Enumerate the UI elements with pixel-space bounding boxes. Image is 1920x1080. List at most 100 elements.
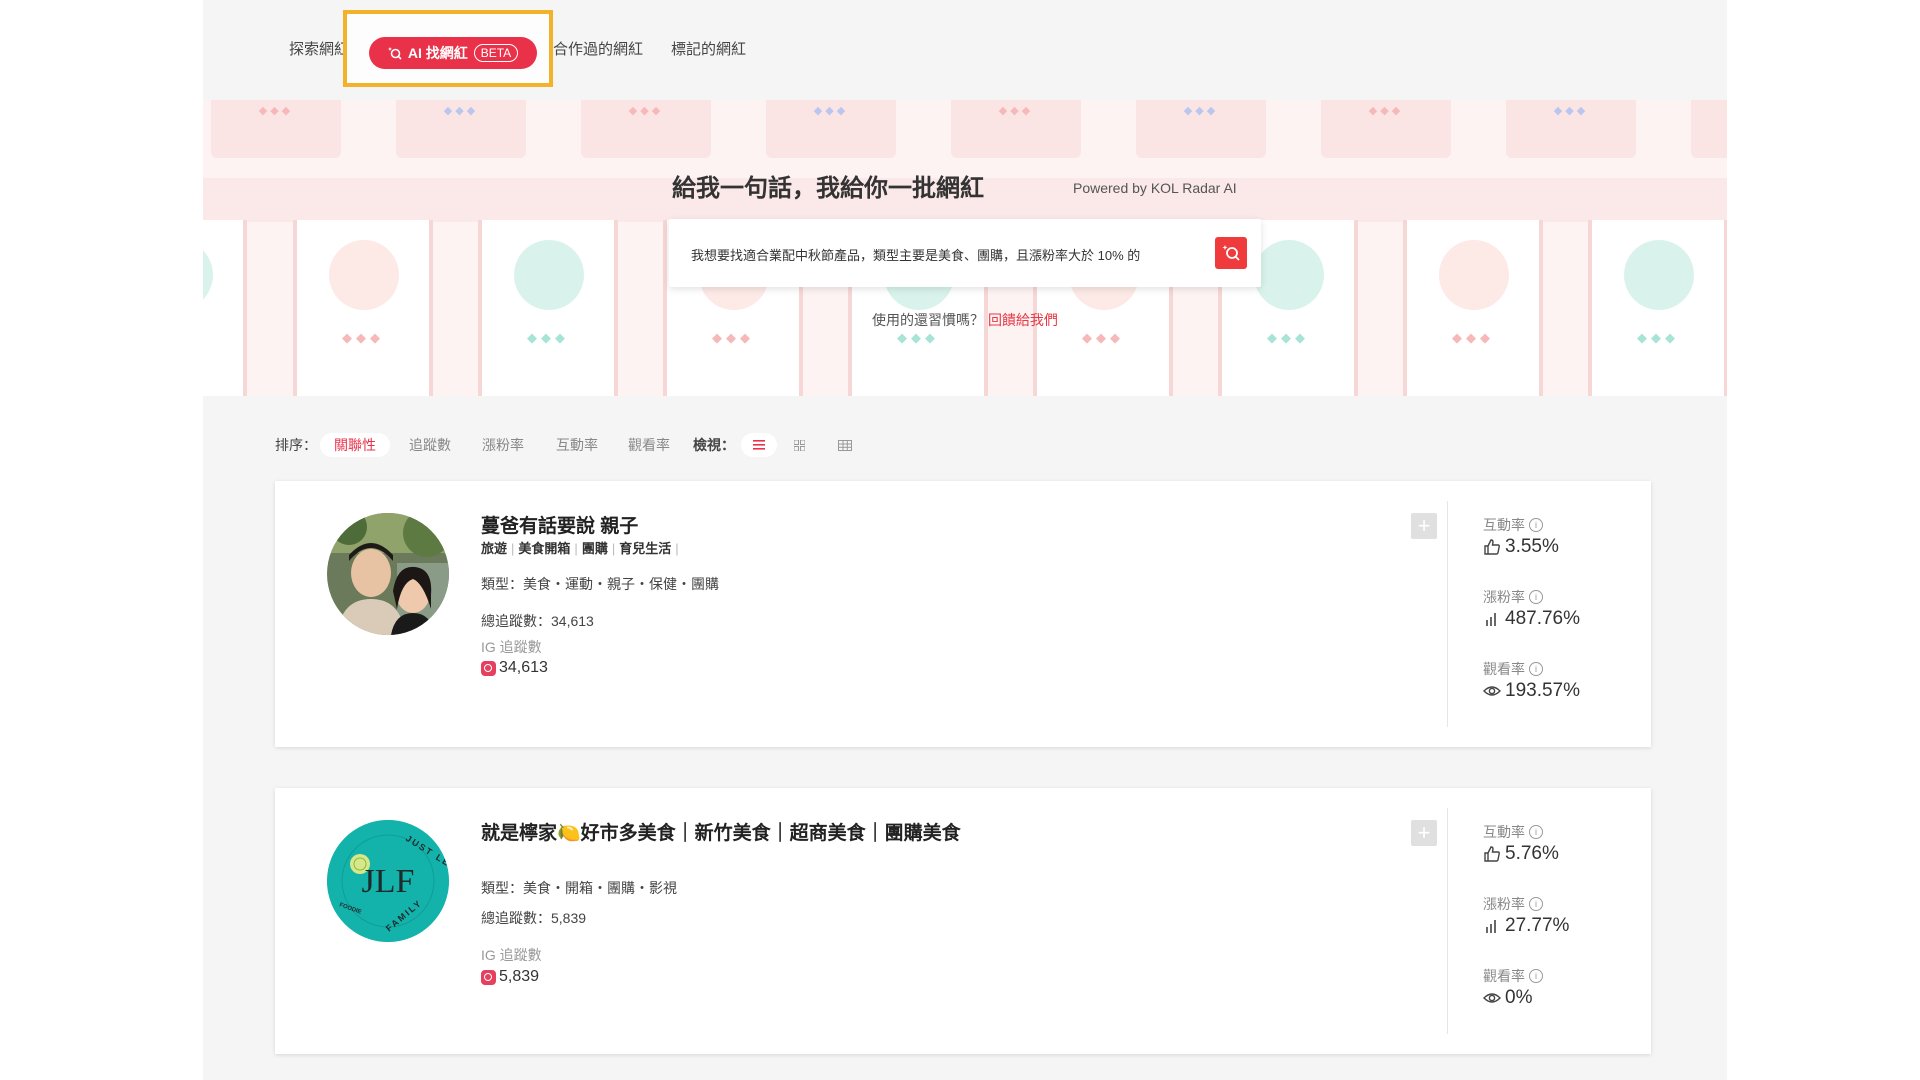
tab-ai-find-kol[interactable]: AI 找網紅 BETA <box>369 37 537 69</box>
hero-deco-card: ◆◆◆ <box>581 100 711 158</box>
instagram-icon <box>481 969 496 985</box>
kol-types: 類型：美食・開箱・團購・影視 <box>481 880 677 896</box>
kol-ig-followers: 34,613 <box>481 659 548 677</box>
avatar <box>327 513 449 635</box>
stat-label-text: 觀看率 <box>1483 968 1525 984</box>
stat-engagement-value: 5.76% <box>1505 843 1559 864</box>
kol-tag: 旅遊 <box>481 541 508 556</box>
hero-deco-card: ◆◆◆ <box>1691 100 1727 158</box>
hero-title: 給我一句話，我給你一批網紅 <box>672 175 984 202</box>
stat-label-text: 互動率 <box>1483 824 1525 840</box>
ai-tab-label: AI 找網紅 <box>407 45 468 61</box>
tab-bookmarked-kol[interactable]: 標記的網紅 <box>671 38 746 59</box>
kol-ig-followers-value: 34,613 <box>499 659 548 676</box>
kol-name[interactable]: 就是檸家🍋好市多美食｜新竹美食｜超商美食｜團購美食 <box>481 818 961 845</box>
list-view-icon <box>753 440 765 450</box>
hero-deco-column: ◆◆◆ <box>1588 220 1727 396</box>
thumbs-up-icon <box>1484 539 1500 555</box>
stat-label-growth: 漲粉率 i <box>1483 894 1543 914</box>
eye-icon <box>1483 993 1501 1003</box>
stat-growth: 487.76% <box>1483 608 1580 630</box>
ai-search-icon <box>1222 245 1240 261</box>
avatar-logo-text: JLF <box>362 863 415 900</box>
kol-name[interactable]: 蔓爸有話要說 親子 <box>481 511 638 538</box>
kol-ig-followers: 5,839 <box>481 968 539 986</box>
hero-deco-card: ◆◆◆ <box>1321 100 1451 158</box>
tab-collaborated-kol[interactable]: 合作過的網紅 <box>553 38 643 59</box>
info-icon[interactable]: i <box>1529 897 1543 911</box>
stat-label-growth: 漲粉率 i <box>1483 587 1543 607</box>
hero-deco-column: ◆◆◆ <box>478 220 618 396</box>
kol-ig-followers-value: 5,839 <box>499 968 540 985</box>
ai-tab-highlight: AI 找網紅 BETA <box>343 10 553 87</box>
info-icon[interactable]: i <box>1529 969 1543 983</box>
card-view-icon <box>793 439 805 451</box>
stat-view: 193.57% <box>1483 680 1580 702</box>
info-icon[interactable]: i <box>1529 590 1543 604</box>
ai-search-box <box>669 219 1261 287</box>
hero-deco-card: ◆◆◆ <box>396 100 526 158</box>
stat-label-text: 互動率 <box>1483 517 1525 533</box>
feedback-link[interactable]: 回饋給我們 <box>988 312 1058 328</box>
card-divider <box>1447 808 1448 1034</box>
kol-ig-label: IG 追蹤數 <box>481 639 542 655</box>
sort-label: 排序： <box>275 437 317 453</box>
kol-card[interactable]: JLF JUST LEMON FAMILY FOODIE 就是檸家🍋好市多美食｜… <box>275 788 1651 1054</box>
sort-engagement-rate[interactable]: 互動率 <box>556 433 598 457</box>
feedback-prompt: 使用的還習慣嗎？ <box>872 312 985 328</box>
view-card-button[interactable] <box>781 433 817 457</box>
add-to-list-button[interactable]: + <box>1411 820 1437 846</box>
kol-tag: 團購 <box>581 541 608 556</box>
thumbs-up-icon <box>1484 846 1500 862</box>
card-divider <box>1447 501 1448 727</box>
eye-icon <box>1483 686 1501 696</box>
feedback-line: 使用的還習慣嗎？ 回饋給我們 <box>203 310 1727 330</box>
stat-label-text: 漲粉率 <box>1483 589 1525 605</box>
info-icon[interactable]: i <box>1529 518 1543 532</box>
stat-label-engagement: 互動率 i <box>1483 822 1543 842</box>
ai-search-hero: ◆◆◆ ◆◆◆ ◆◆◆ ◆◆◆ ◆◆◆ ◆◆◆ ◆◆◆ ◆◆◆ ◆◆◆ ◆◆◆ ◆◆◆ ◆◆◆ ◆◆◆ ◆… <box>203 100 1727 396</box>
sort-view-rate[interactable]: 觀看率 <box>628 433 670 457</box>
kol-tags: 旅遊 | 美食開箱 | 團購 | 育兒生活 | <box>481 541 679 556</box>
hero-deco-card: ◆◆◆ <box>766 100 896 158</box>
stat-growth-value: 27.77% <box>1505 915 1570 936</box>
stat-engagement-value: 3.55% <box>1505 536 1559 557</box>
kol-types: 類型：美食・運動・親子・保健・團購 <box>481 576 719 592</box>
instagram-icon <box>481 660 496 676</box>
sort-growth-rate[interactable]: 漲粉率 <box>482 433 524 457</box>
stat-view: 0% <box>1483 987 1532 1009</box>
info-icon[interactable]: i <box>1529 825 1543 839</box>
stat-label-engagement: 互動率 i <box>1483 515 1543 535</box>
hero-deco-card: ◆◆◆ <box>1136 100 1266 158</box>
hero-deco-card: ◆◆◆ <box>1506 100 1636 158</box>
bar-chart-icon <box>1486 920 1496 933</box>
avatar: JLF JUST LEMON FAMILY FOODIE <box>327 820 449 942</box>
kol-tag: 育兒生活 <box>619 541 672 556</box>
kol-card[interactable]: 蔓爸有話要說 親子 旅遊 | 美食開箱 | 團購 | 育兒生活 | 類型：美食・運動・親子・保… <box>275 481 1651 747</box>
sort-followers[interactable]: 追蹤數 <box>409 433 451 457</box>
bar-chart-icon <box>1486 613 1496 626</box>
add-to-list-button[interactable]: + <box>1411 513 1437 539</box>
sort-relevance[interactable]: 關聯性 <box>320 433 390 457</box>
tab-explore-kol[interactable]: 探索網紅 <box>289 38 349 59</box>
view-table-button[interactable] <box>827 433 863 457</box>
stat-view-value: 0% <box>1505 987 1533 1008</box>
hero-deco-column: ◆◆◆ <box>203 220 247 396</box>
kol-tag: 美食開箱 <box>518 541 571 556</box>
view-list-button[interactable] <box>741 433 777 457</box>
ai-search-input[interactable] <box>689 239 1193 269</box>
kol-ig-label: IG 追蹤數 <box>481 947 542 963</box>
stat-label-view: 觀看率 i <box>1483 966 1543 986</box>
stat-growth: 27.77% <box>1483 915 1569 937</box>
hero-deco-column: ◆◆◆ <box>1403 220 1543 396</box>
top-nav: 探索網紅 合作過的網紅 標記的網紅 AI 找網紅 BETA <box>203 0 1727 100</box>
app-root: 探索網紅 合作過的網紅 標記的網紅 AI 找網紅 BETA ◆◆◆ ◆◆◆ ◆◆◆ ◆… <box>203 0 1727 1080</box>
hero-deco-card: ◆◆◆ <box>951 100 1081 158</box>
table-view-icon <box>838 439 852 451</box>
info-icon[interactable]: i <box>1529 662 1543 676</box>
ai-search-button[interactable] <box>1215 237 1247 269</box>
powered-by-label: Powered by KOL Radar AI <box>1073 180 1237 196</box>
stat-label-view: 觀看率 i <box>1483 659 1543 679</box>
kol-total-followers: 總追蹤數：34,613 <box>481 613 594 629</box>
kol-total-followers: 總追蹤數：5,839 <box>481 910 587 926</box>
